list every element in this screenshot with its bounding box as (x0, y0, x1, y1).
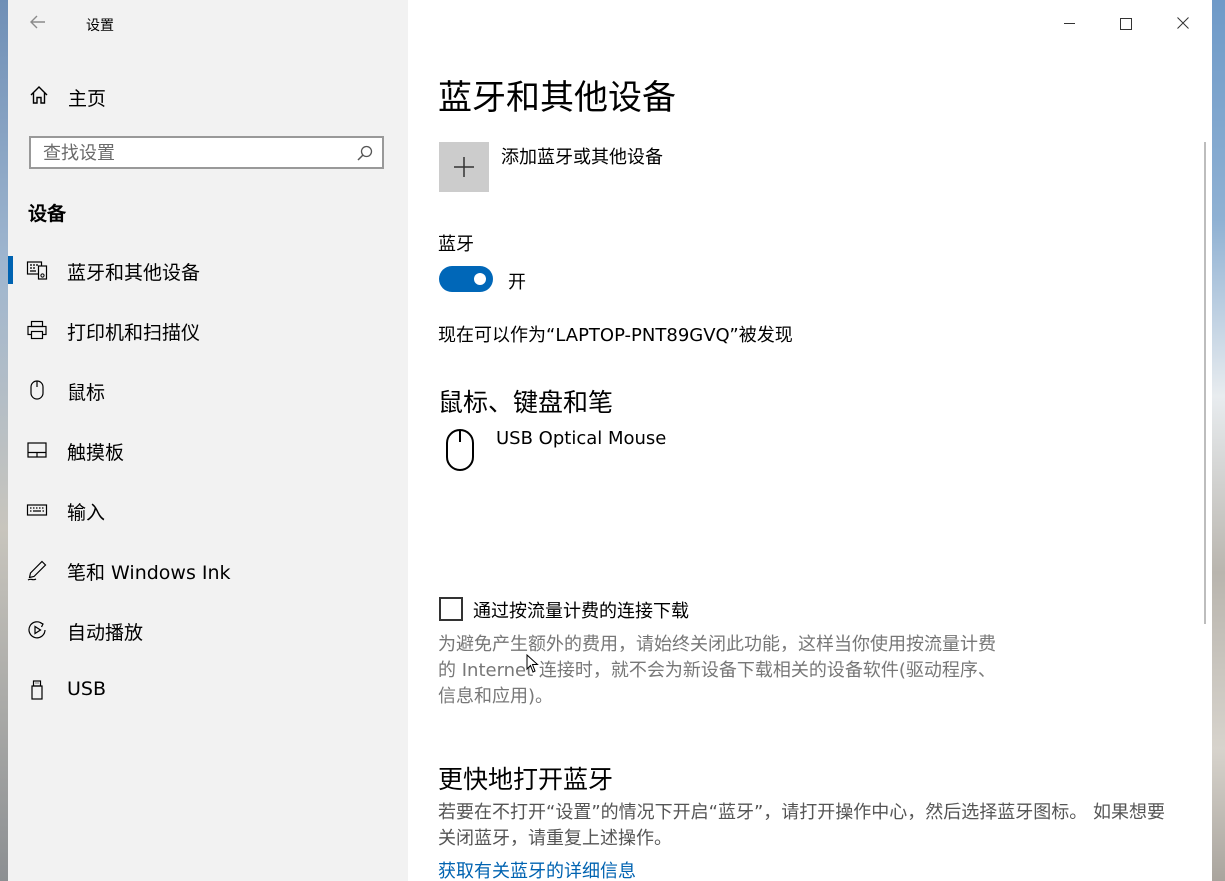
keyboard-icon (26, 504, 48, 516)
mouse-keyboard-pen-heading: 鼠标、键盘和笔 (438, 388, 614, 417)
back-arrow-icon (30, 15, 45, 29)
app-title: 设置 (86, 18, 114, 34)
sidebar-item-label: USB (67, 678, 107, 700)
sidebar-item-bluetooth[interactable]: 蓝牙和其他设备 (8, 240, 408, 300)
search-input[interactable] (31, 138, 365, 169)
plus-icon (454, 157, 474, 177)
sidebar-item-mouse[interactable]: 鼠标 (8, 360, 408, 420)
mouse-icon (30, 380, 44, 400)
sidebar-item-label: 笔和 Windows Ink (67, 562, 231, 584)
desktop-background-left (0, 0, 8, 881)
toggle-knob (474, 273, 486, 285)
sidebar-item-label: 蓝牙和其他设备 (67, 262, 201, 284)
bluetooth-label: 蓝牙 (438, 234, 474, 255)
autoplay-icon (28, 621, 46, 639)
sidebar-item-label: 输入 (67, 502, 106, 524)
add-device-button[interactable] (439, 142, 489, 192)
metered-download-label[interactable]: 通过按流量计费的连接下载 (473, 597, 689, 623)
sidebar-item-usb[interactable]: USB (8, 660, 408, 720)
sidebar-item-autoplay[interactable]: 自动播放 (8, 600, 408, 660)
sidebar: 设置 主页 设备 蓝牙和其他设备 (8, 0, 408, 881)
bluetooth-devices-icon (26, 261, 48, 280)
sidebar-item-label: 打印机和扫描仪 (67, 322, 201, 344)
search-box[interactable] (29, 136, 384, 169)
metered-download-description: 为避免产生额外的费用，请始终关闭此功能，这样当你使用按流量计费的 Interne… (438, 634, 996, 707)
touchpad-icon (27, 442, 47, 458)
discoverable-text: 现在可以作为“LAPTOP-PNT89GVQ”被发现 (438, 325, 793, 346)
back-button[interactable] (26, 12, 50, 36)
device-name[interactable]: USB Optical Mouse (496, 428, 666, 449)
printer-icon (27, 320, 47, 340)
bluetooth-toggle[interactable] (439, 266, 493, 292)
page-title: 蓝牙和其他设备 (438, 78, 676, 118)
section-title: 设备 (28, 203, 67, 225)
sidebar-item-home[interactable]: 主页 (8, 72, 408, 118)
metered-download-checkbox[interactable] (439, 597, 463, 621)
settings-window: 设置 主页 设备 蓝牙和其他设备 (8, 0, 1212, 881)
sidebar-item-touchpad[interactable]: 触摸板 (8, 420, 408, 480)
pen-icon (27, 560, 47, 581)
usb-icon (31, 680, 43, 700)
sidebar-item-typing[interactable]: 输入 (8, 480, 408, 540)
sidebar-item-label: 自动播放 (67, 622, 144, 644)
sidebar-nav: 蓝牙和其他设备 打印机和扫描仪 鼠标 触摸板 输入 笔和 Windows Ink… (8, 240, 408, 720)
sidebar-item-pen[interactable]: 笔和 Windows Ink (8, 540, 408, 600)
bluetooth-more-info-link[interactable]: 获取有关蓝牙的详细信息 (438, 857, 636, 881)
mouse-icon (446, 429, 474, 471)
main-content: 蓝牙和其他设备 添加蓝牙或其他设备 蓝牙 开 现在可以作为“LAPTOP-PNT… (438, 0, 1198, 881)
desktop-background-right (1212, 0, 1225, 881)
bluetooth-state: 开 (508, 272, 526, 293)
sidebar-item-label: 触摸板 (67, 442, 125, 464)
mouse-cursor-icon (526, 654, 539, 673)
home-icon (30, 86, 48, 104)
sidebar-item-label: 鼠标 (67, 382, 106, 404)
add-device-label[interactable]: 添加蓝牙或其他设备 (501, 143, 663, 169)
quick-bluetooth-heading: 更快地打开蓝牙 (438, 765, 614, 794)
quick-bluetooth-description: 若要在不打开“设置”的情况下开启“蓝牙”，请打开操作中心，然后选择蓝牙图标。 如… (438, 802, 1166, 849)
sidebar-item-printers[interactable]: 打印机和扫描仪 (8, 300, 408, 360)
search-icon[interactable] (356, 144, 374, 162)
sidebar-item-label: 主页 (68, 88, 107, 110)
scrollbar[interactable] (1204, 142, 1206, 624)
